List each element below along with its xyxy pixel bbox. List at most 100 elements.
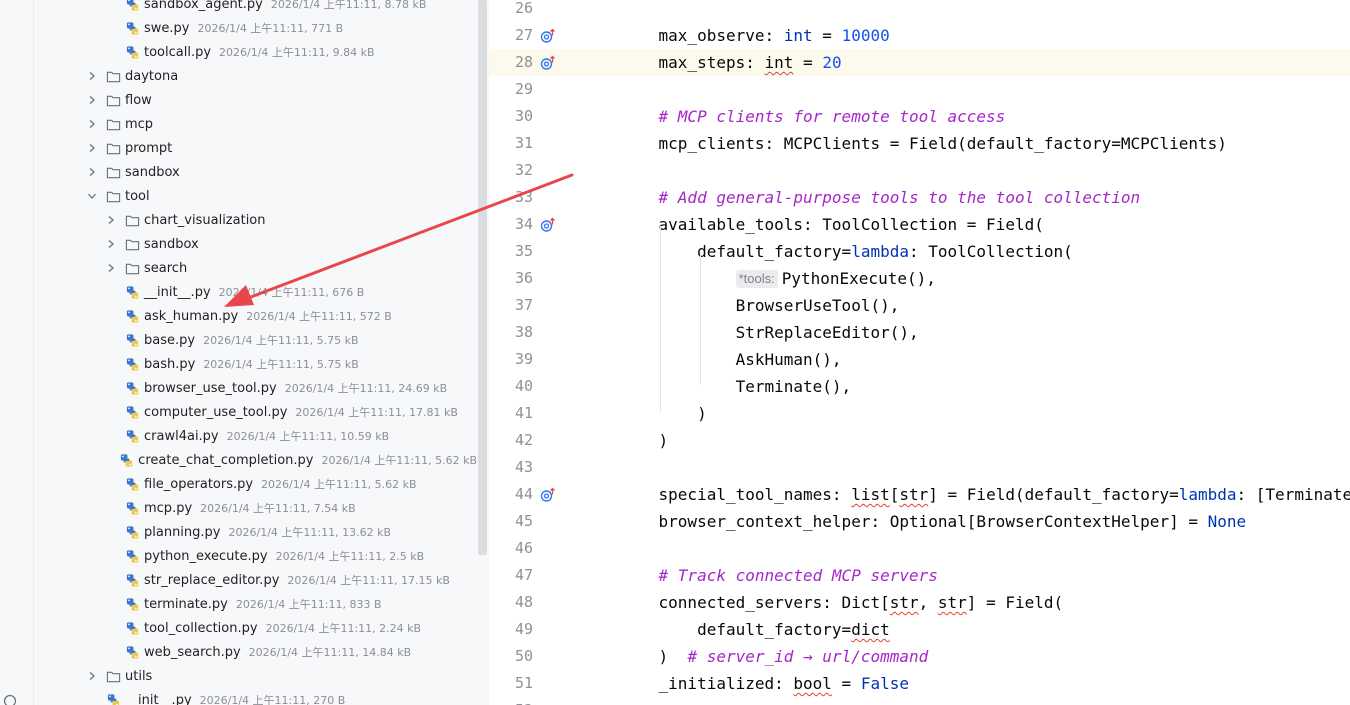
- code-line[interactable]: 29: [489, 76, 1350, 103]
- code-line[interactable]: 49 default_factory=dict: [489, 616, 1350, 643]
- tree-expander[interactable]: [86, 94, 98, 106]
- tree-file[interactable]: ask_human.py 2026/1/4 上午11:11, 572 B: [0, 304, 477, 328]
- tree-folder[interactable]: prompt: [0, 136, 477, 160]
- collapse-icon[interactable]: [3, 694, 17, 705]
- tree-item-meta: 2026/1/4 上午11:11, 5.75 kB: [203, 358, 359, 371]
- tree-folder[interactable]: chart_visualization: [0, 208, 477, 232]
- tree-file[interactable]: tool_collection.py 2026/1/4 上午11:11, 2.24…: [0, 616, 477, 640]
- tree-file[interactable]: str_replace_editor.py 2026/1/4 上午11:11, 1…: [0, 568, 477, 592]
- line-number: 50: [514, 647, 533, 665]
- tree-expander: [105, 430, 117, 442]
- tree-file[interactable]: terminate.py 2026/1/4 上午11:11, 833 B: [0, 592, 477, 616]
- code-line[interactable]: 42 ): [489, 427, 1350, 454]
- code-line[interactable]: 26: [489, 0, 1350, 22]
- tree-file[interactable]: python_execute.py 2026/1/4 上午11:11, 2.5 k…: [0, 544, 477, 568]
- tree-folder[interactable]: daytona: [0, 64, 477, 88]
- tree-folder[interactable]: utils: [0, 664, 477, 688]
- code-line[interactable]: 41 ): [489, 400, 1350, 427]
- tree-file[interactable]: file_operators.py 2026/1/4 上午11:11, 5.62 …: [0, 472, 477, 496]
- code-line[interactable]: 48 connected_servers: Dict[str, str] = F…: [489, 589, 1350, 616]
- tree-folder[interactable]: flow: [0, 88, 477, 112]
- tree-expander[interactable]: [105, 238, 117, 250]
- tree-expander[interactable]: [86, 142, 98, 154]
- override-gutter-icon[interactable]: [540, 28, 556, 44]
- code-line[interactable]: 44 special_tool_names: list[str] = Field…: [489, 481, 1350, 508]
- tree-folder[interactable]: mcp: [0, 112, 477, 136]
- code-line[interactable]: 27 max_observe: int = 10000: [489, 22, 1350, 49]
- tree-file[interactable]: mcp.py 2026/1/4 上午11:11, 7.54 kB: [0, 496, 477, 520]
- python-file-icon: [126, 621, 139, 635]
- line-number: 32: [514, 161, 533, 179]
- tree-scrollbar[interactable]: [478, 0, 487, 555]
- code-line[interactable]: 37 BrowserUseTool(),: [489, 292, 1350, 319]
- tree-file[interactable]: __init__.py 2026/1/4 上午11:11, 270 B: [0, 688, 477, 705]
- code-line[interactable]: 35 default_factory=lambda: ToolCollectio…: [489, 238, 1350, 265]
- code-line[interactable]: 47 # Track connected MCP servers: [489, 562, 1350, 589]
- project-tree: sandbox_agent.py 2026/1/4 上午11:11, 8.78 k…: [0, 0, 489, 705]
- tree-file[interactable]: create_chat_completion.py 2026/1/4 上午11:1…: [0, 448, 477, 472]
- tree-item-meta: 2026/1/4 上午11:11, 2.24 kB: [265, 622, 422, 635]
- code-token: Terminate(),: [620, 377, 852, 396]
- tree-expander: [105, 454, 111, 466]
- override-gutter-icon[interactable]: [540, 487, 556, 503]
- code-token: str: [889, 593, 919, 612]
- code-line[interactable]: 46: [489, 535, 1350, 562]
- code-editor[interactable]: 26 27 max_observe: int = 10000 28 max_step…: [489, 0, 1350, 705]
- tree-file[interactable]: base.py 2026/1/4 上午11:11, 5.75 kB: [0, 328, 477, 352]
- code-line[interactable]: 38 StrReplaceEditor(),: [489, 319, 1350, 346]
- code-line[interactable]: 51 _initialized: bool = False: [489, 670, 1350, 697]
- code-line[interactable]: 32: [489, 157, 1350, 184]
- python-file-icon: [126, 333, 139, 347]
- code-line[interactable]: 43: [489, 454, 1350, 481]
- tree-folder[interactable]: sandbox: [0, 160, 477, 184]
- code-line[interactable]: 34 available_tools: ToolCollection = Fie…: [489, 211, 1350, 238]
- tree-item-meta: 2026/1/4 上午11:11, 833 B: [235, 598, 382, 611]
- code-token: : [Terminate(: [1236, 485, 1350, 504]
- tree-folder[interactable]: sandbox: [0, 232, 477, 256]
- tree-file[interactable]: toolcall.py 2026/1/4 上午11:11, 9.84 kB: [0, 40, 477, 64]
- code-line[interactable]: 36 *tools: PythonExecute(),: [489, 265, 1350, 292]
- code-token: BrowserUseTool(),: [620, 296, 900, 315]
- tree-file[interactable]: planning.py 2026/1/4 上午11:11, 13.62 kB: [0, 520, 477, 544]
- code-line[interactable]: 50 ) # server_id → url/command: [489, 643, 1350, 670]
- tree-expander[interactable]: [86, 118, 98, 130]
- folder-icon: [106, 143, 121, 154]
- tree-item-meta: 2026/1/4 上午11:11, 572 B: [246, 310, 392, 323]
- tree-expander[interactable]: [86, 670, 98, 682]
- tree-file[interactable]: __init__.py 2026/1/4 上午11:11, 676 B: [0, 280, 477, 304]
- code-line[interactable]: 39 AskHuman(),: [489, 346, 1350, 373]
- code-token: =: [812, 26, 842, 45]
- tree-file[interactable]: crawl4ai.py 2026/1/4 上午11:11, 10.59 kB: [0, 424, 477, 448]
- tree-file[interactable]: swe.py 2026/1/4 上午11:11, 771 B: [0, 16, 477, 40]
- tree-expander[interactable]: [86, 166, 98, 178]
- tree-file[interactable]: browser_use_tool.py 2026/1/4 上午11:11, 24.…: [0, 376, 477, 400]
- code-line[interactable]: 30 # MCP clients for remote tool access: [489, 103, 1350, 130]
- tree-file[interactable]: sandbox_agent.py 2026/1/4 上午11:11, 8.78 k…: [0, 0, 477, 16]
- tree-expander[interactable]: [86, 190, 98, 202]
- python-file-icon: [126, 645, 139, 659]
- tree-file[interactable]: bash.py 2026/1/4 上午11:11, 5.75 kB: [0, 352, 477, 376]
- tree-file[interactable]: computer_use_tool.py 2026/1/4 上午11:11, 17…: [0, 400, 477, 424]
- python-file-icon: [126, 285, 139, 299]
- code-line[interactable]: 28 max_steps: int = 20: [489, 49, 1350, 76]
- override-gutter-icon[interactable]: [540, 55, 556, 71]
- folder-icon-wrap: [106, 93, 121, 108]
- chevron-right-icon: [89, 144, 95, 152]
- tree-file[interactable]: web_search.py 2026/1/4 上午11:11, 14.84 kB: [0, 640, 477, 664]
- line-number: 44: [514, 485, 533, 503]
- tree-item-name: bash.py: [144, 356, 196, 372]
- code-line[interactable]: 45 browser_context_helper: Optional[Brow…: [489, 508, 1350, 535]
- tree-folder[interactable]: tool: [0, 184, 477, 208]
- code-line[interactable]: 40 Terminate(),: [489, 373, 1350, 400]
- tree-item-name: web_search.py: [144, 644, 241, 660]
- override-gutter-icon[interactable]: [540, 217, 556, 233]
- python-file-icon-wrap: [125, 525, 140, 540]
- tree-expander[interactable]: [105, 262, 117, 274]
- tree-expander[interactable]: [105, 214, 117, 226]
- code-line[interactable]: 33 # Add general-purpose tools to the to…: [489, 184, 1350, 211]
- code-line[interactable]: 52: [489, 697, 1350, 705]
- code-line[interactable]: 31 mcp_clients: MCPClients = Field(defau…: [489, 130, 1350, 157]
- tree-folder[interactable]: search: [0, 256, 477, 280]
- tree-expander: [105, 526, 117, 538]
- tree-expander[interactable]: [86, 70, 98, 82]
